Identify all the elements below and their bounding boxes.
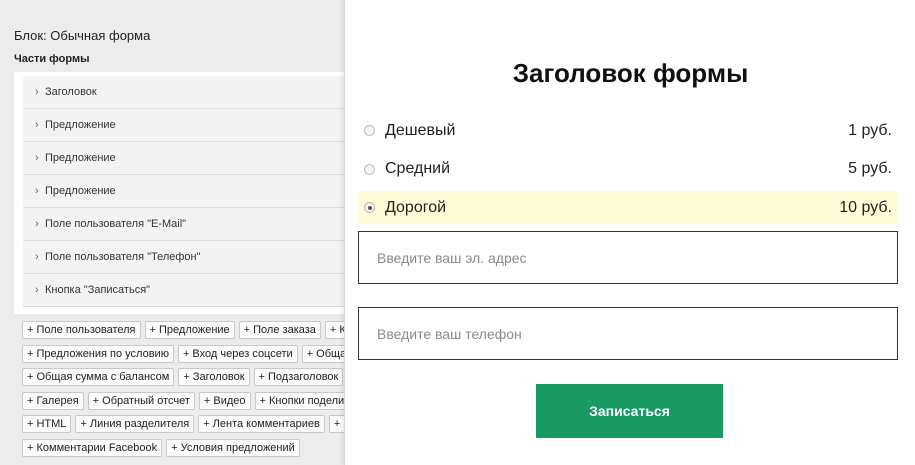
add-video-button[interactable]: + Видео — [198, 391, 251, 410]
add-truncated-button[interactable]: + К — [328, 415, 344, 433]
part-row-email-field[interactable]: › Поле пользователя "E-Mail" — [23, 208, 344, 241]
add-button-row: + HTML + Линия разделителя + Лента комме… — [22, 415, 344, 435]
offer-options: Дешевый 1 руб. Средний 5 руб. Дорогой 10… — [358, 114, 898, 230]
email-field[interactable] — [359, 232, 897, 283]
part-label: Поле пользователя "Телефон" — [45, 251, 201, 263]
phone-field-wrapper — [358, 307, 898, 360]
radio-button[interactable] — [364, 163, 375, 175]
offer-label: Средний — [385, 160, 451, 177]
part-row-offer-2[interactable]: › Предложение — [23, 142, 344, 175]
add-button-row: + Предложения по условию + Вход через со… — [22, 344, 344, 365]
add-divider-button[interactable]: + Линия разделителя — [75, 415, 195, 433]
add-total-with-balance-button[interactable]: + Общая сумма с балансом — [22, 368, 175, 386]
offer-price: 1 руб. — [848, 121, 892, 139]
add-facebook-comments-button[interactable]: + Комментарии Facebook — [22, 438, 163, 457]
part-label: Предложение — [45, 152, 116, 164]
add-button-row: + Общая сумма с балансом + Заголовок + П… — [22, 368, 344, 388]
editor-panel: Блок: Обычная форма Части формы › Заголов… — [0, 0, 344, 465]
part-label: Предложение — [45, 119, 116, 131]
chevron-right-icon: › — [35, 284, 39, 296]
add-share-buttons-button[interactable]: + Кнопки поделит — [254, 391, 344, 410]
add-button-row: + Комментарии Facebook + Условия предлож… — [22, 438, 344, 459]
parts-list: › Заголовок › Предложение › Предложение › Пр… — [23, 76, 344, 307]
offer-option-cheap[interactable]: Дешевый 1 руб. — [358, 114, 898, 147]
add-button-row: + Галерея + Обратный отсчет + Видео + Кн… — [22, 391, 344, 412]
add-subheading-button[interactable]: + Подзаголовок — [253, 368, 344, 386]
add-total-button[interactable]: + Общая — [301, 344, 344, 363]
offer-label: Дорогой — [385, 198, 447, 216]
form-title: Заголовок формы — [512, 58, 749, 88]
parts-label: Части формы — [14, 53, 90, 65]
radio-button-selected[interactable] — [364, 202, 375, 213]
add-offer-button[interactable]: + Предложение — [144, 321, 235, 339]
radio-button[interactable] — [364, 125, 375, 136]
offer-label: Дешевый — [385, 121, 456, 139]
chevron-right-icon: › — [35, 251, 39, 263]
add-social-login-button[interactable]: + Вход через соцсети — [177, 344, 298, 363]
phone-field[interactable] — [359, 308, 897, 359]
part-label: Кнопка "Записаться" — [45, 284, 151, 296]
part-label: Поле пользователя "E-Mail" — [45, 218, 187, 230]
offer-option-expensive[interactable]: Дорогой 10 руб. — [358, 191, 898, 224]
add-heading-button[interactable]: + Заголовок — [178, 368, 250, 386]
offer-option-medium[interactable]: Средний 5 руб. — [358, 153, 898, 186]
chevron-right-icon: › — [35, 152, 39, 164]
add-offer-terms-button[interactable]: + Условия предложений — [166, 438, 300, 457]
add-conditional-offers-button[interactable]: + Предложения по условию — [22, 344, 174, 363]
add-truncated-button[interactable]: + К — [324, 321, 344, 339]
part-row-offer-3[interactable]: › Предложение — [23, 175, 344, 208]
part-label: Заголовок — [45, 86, 97, 98]
add-gallery-button[interactable]: + Галерея — [22, 391, 84, 410]
part-label: Предложение — [45, 185, 116, 197]
add-html-button[interactable]: + HTML — [22, 415, 72, 433]
add-countdown-button[interactable]: + Обратный отсчет — [87, 391, 195, 410]
part-row-title[interactable]: › Заголовок — [23, 76, 344, 109]
part-row-offer-1[interactable]: › Предложение — [23, 109, 344, 142]
parts-container: › Заголовок › Предложение › Предложение › Пр… — [14, 72, 344, 314]
offer-price: 10 руб. — [839, 198, 892, 216]
add-user-field-button[interactable]: + Поле пользователя — [22, 321, 141, 339]
form-preview: Заголовок формы Дешевый 1 руб. Средний 5… — [344, 0, 915, 465]
submit-button[interactable]: Записаться — [536, 384, 723, 438]
part-row-submit-button[interactable]: › Кнопка "Записаться" — [23, 274, 344, 307]
chevron-right-icon: › — [35, 86, 39, 98]
email-field-wrapper — [358, 231, 898, 284]
add-comments-feed-button[interactable]: + Лента комментариев — [198, 415, 325, 433]
chevron-right-icon: › — [35, 218, 39, 230]
add-order-field-button[interactable]: + Поле заказа — [238, 321, 321, 339]
chevron-right-icon: › — [35, 185, 39, 197]
part-row-phone-field[interactable]: › Поле пользователя "Телефон" — [23, 241, 344, 274]
add-part-buttons: + Поле пользователя + Предложение + Поле… — [22, 321, 344, 462]
chevron-right-icon: › — [35, 119, 39, 131]
block-title: Блок: Обычная форма — [14, 28, 151, 43]
offer-price: 5 руб. — [848, 160, 892, 177]
add-button-row: + Поле пользователя + Предложение + Поле… — [22, 321, 344, 341]
